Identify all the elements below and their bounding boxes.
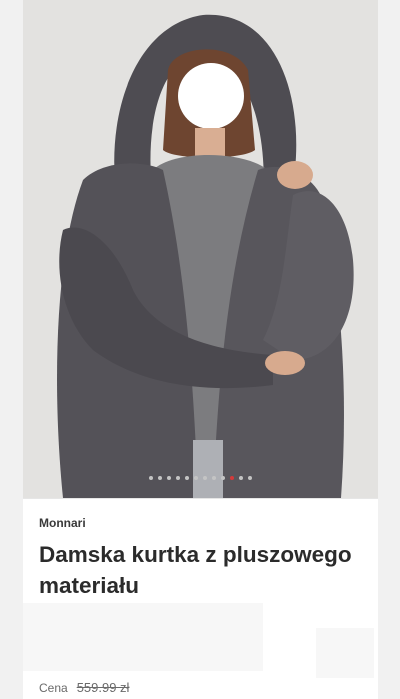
- carousel-dot[interactable]: [176, 476, 180, 480]
- loading-placeholder: [23, 603, 263, 671]
- carousel-dot[interactable]: [212, 476, 216, 480]
- carousel-dot[interactable]: [230, 476, 234, 480]
- carousel-dot[interactable]: [194, 476, 198, 480]
- divider: [23, 498, 378, 499]
- price-old: 559.99 zł: [76, 680, 130, 695]
- carousel-dot[interactable]: [203, 476, 207, 480]
- carousel-dot[interactable]: [185, 476, 189, 480]
- carousel-dot[interactable]: [149, 476, 153, 480]
- carousel-pagination: [23, 476, 378, 480]
- price-row: Cena 559.99 zł: [39, 680, 129, 695]
- carousel-dot[interactable]: [167, 476, 171, 480]
- carousel-dot[interactable]: [239, 476, 243, 480]
- carousel-dot[interactable]: [158, 476, 162, 480]
- carousel-dot[interactable]: [248, 476, 252, 480]
- product-photo: [23, 0, 378, 498]
- price-label: Cena: [39, 681, 68, 695]
- product-brand[interactable]: Monnari: [39, 516, 86, 530]
- carousel-dot[interactable]: [221, 476, 225, 480]
- loading-placeholder: [316, 628, 374, 678]
- left-gutter: [0, 0, 23, 699]
- product-image-carousel[interactable]: [23, 0, 378, 498]
- product-title: Damska kurtka z pluszowego materiału: [39, 542, 352, 598]
- right-gutter: [378, 0, 400, 699]
